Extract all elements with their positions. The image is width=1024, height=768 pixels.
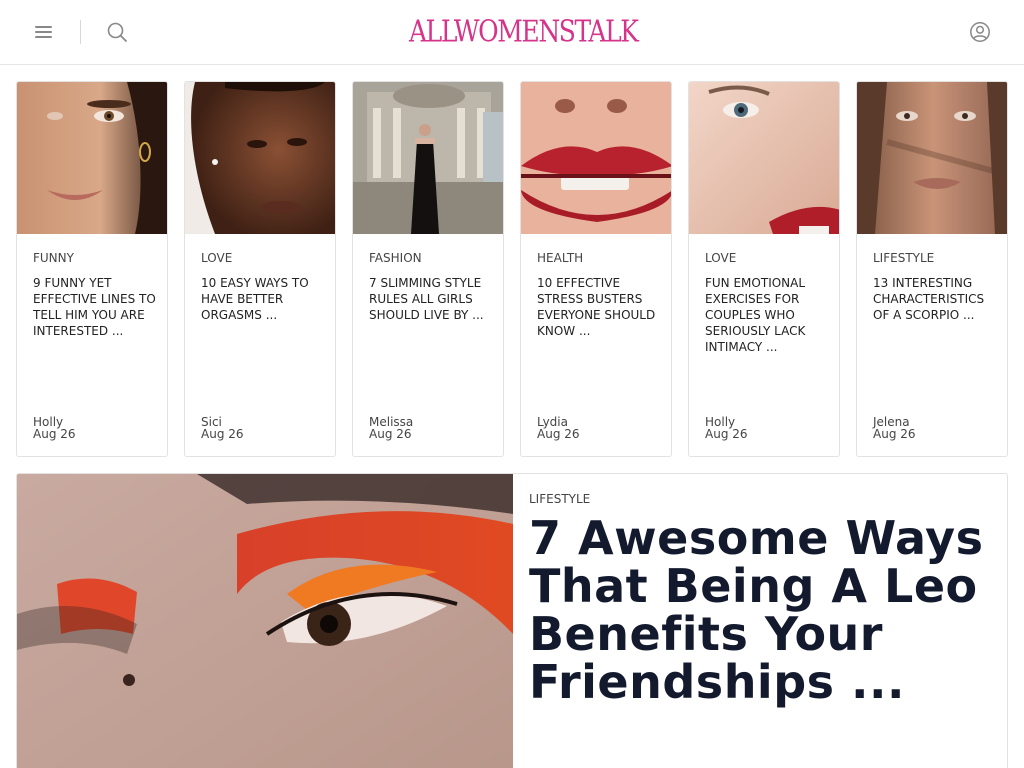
article-thumbnail — [185, 82, 335, 234]
card-date: Aug 26 — [33, 427, 76, 441]
article-thumbnail — [689, 82, 839, 234]
card-title[interactable]: 13 INTERESTING CHARACTERISTICS OF A SCOR… — [873, 275, 999, 323]
featured-article[interactable]: LIFESTYLE 7 Awesome Ways That Being A Le… — [16, 473, 1008, 768]
article-card[interactable]: HEALTH 10 EFFECTIVE STRESS BUSTERS EVERY… — [520, 81, 672, 457]
article-card[interactable]: LOVE FUN EMOTIONAL EXERCISES FOR COUPLES… — [688, 81, 840, 457]
card-date: Aug 26 — [873, 427, 916, 441]
featured-category: LIFESTYLE — [529, 492, 591, 506]
card-date: Aug 26 — [369, 427, 412, 441]
search-icon[interactable] — [106, 21, 128, 43]
card-title[interactable]: 9 FUNNY YET EFFECTIVE LINES TO TELL HIM … — [33, 275, 159, 339]
card-date: Aug 26 — [705, 427, 748, 441]
card-title[interactable]: 10 EASY WAYS TO HAVE BETTER ORGASMS ... — [201, 275, 327, 323]
article-card[interactable]: FUNNY 9 FUNNY YET EFFECTIVE LINES TO TEL… — [16, 81, 168, 457]
featured-image — [17, 474, 513, 768]
article-thumbnail — [521, 82, 671, 234]
article-thumbnail — [17, 82, 167, 234]
site-logo[interactable]: ALLWOMENSTALK — [409, 8, 639, 55]
card-category: FUNNY — [33, 251, 74, 265]
site-header: ALLWOMENSTALK — [0, 0, 1024, 65]
header-divider — [80, 20, 81, 44]
article-card[interactable]: LOVE 10 EASY WAYS TO HAVE BETTER ORGASMS… — [184, 81, 336, 457]
card-title[interactable]: FUN EMOTIONAL EXERCISES FOR COUPLES WHO … — [705, 275, 831, 355]
article-card[interactable]: LIFESTYLE 13 INTERESTING CHARACTERISTICS… — [856, 81, 1008, 457]
card-category: FASHION — [369, 251, 422, 265]
card-category: LOVE — [705, 251, 737, 265]
article-card[interactable]: FASHION 7 SLIMMING STYLE RULES ALL GIRLS… — [352, 81, 504, 457]
card-category: LOVE — [201, 251, 233, 265]
card-category: LIFESTYLE — [873, 251, 935, 265]
card-date: Aug 26 — [537, 427, 580, 441]
card-title[interactable]: 10 EFFECTIVE STRESS BUSTERS EVERYONE SHO… — [537, 275, 663, 339]
card-date: Aug 26 — [201, 427, 244, 441]
hamburger-menu-icon[interactable] — [33, 22, 55, 42]
article-thumbnail — [353, 82, 503, 234]
user-account-icon[interactable] — [969, 21, 991, 43]
featured-title[interactable]: 7 Awesome Ways That Being A Leo Benefits… — [529, 514, 999, 706]
card-title[interactable]: 7 SLIMMING STYLE RULES ALL GIRLS SHOULD … — [369, 275, 495, 323]
card-category: HEALTH — [537, 251, 584, 265]
article-thumbnail — [857, 82, 1007, 234]
